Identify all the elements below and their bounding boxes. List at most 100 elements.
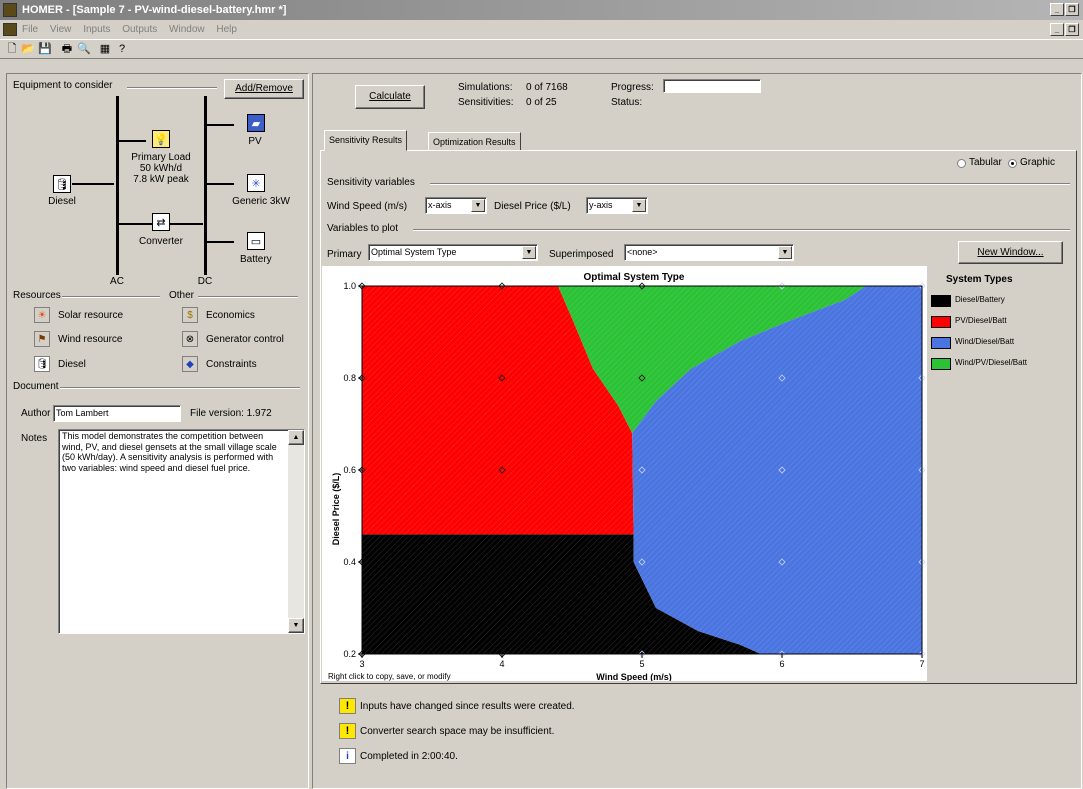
graphic-radio[interactable] [1008, 159, 1017, 168]
chevron-down-icon[interactable]: ▼ [522, 246, 536, 259]
window-controls: _ ❐ [1050, 3, 1079, 16]
legend-label-diesel-battery: Diesel/Battery [955, 295, 1005, 304]
y-tick-label: 0.4 [343, 557, 356, 567]
message-completed: Completed in 2:00:40. [360, 751, 458, 762]
wind-resource-icon[interactable]: ⚑ [34, 331, 50, 347]
wind-resource-link[interactable]: Wind resource [58, 334, 122, 345]
diesel-resource-link[interactable]: Diesel [58, 359, 86, 370]
menu-window[interactable]: Window [169, 24, 205, 35]
restore-icon[interactable]: ❐ [1065, 3, 1079, 16]
legend-label-wind-pv-diesel-batt: Wind/PV/Diesel/Batt [955, 358, 1028, 367]
diesel-resource-icon[interactable]: 🛢 [34, 356, 50, 372]
pv-panel-icon[interactable]: ▰ [247, 114, 265, 132]
tabular-label: Tabular [969, 157, 1002, 168]
legend-swatch-wind-pv-diesel-batt [931, 358, 951, 370]
menu-inputs[interactable]: Inputs [83, 24, 110, 35]
generator-control-icon[interactable]: ⊗ [182, 331, 198, 347]
divider [127, 87, 217, 89]
y-tick-label: 0.6 [343, 465, 356, 475]
tabular-radio[interactable] [957, 159, 966, 168]
homer-app-icon [3, 3, 17, 17]
dc-bus [204, 96, 207, 275]
y-tick-label: 1.0 [343, 281, 356, 291]
new-window-button[interactable]: New Window... [958, 241, 1063, 264]
constraints-link[interactable]: Constraints [206, 359, 257, 370]
notes-field[interactable]: This model demonstrates the competition … [58, 429, 305, 634]
generator-control-link[interactable]: Generator control [206, 334, 284, 345]
print-icon[interactable]: 🖶 [59, 42, 75, 57]
superimposed-select-value: <none> [627, 247, 658, 257]
notes-label: Notes [21, 433, 48, 444]
tab-optimization-results[interactable]: Optimization Results [428, 132, 521, 151]
chevron-down-icon[interactable]: ▼ [778, 246, 792, 259]
economics-icon[interactable]: $ [182, 307, 198, 323]
sensitivities-label: Sensitivities: [458, 97, 514, 108]
add-remove-button[interactable]: Add/Remove [224, 79, 304, 99]
file-version: File version: 1.972 [190, 408, 272, 419]
battery-connector [206, 241, 234, 243]
diesel-price-select[interactable]: y-axis ▼ [586, 197, 648, 214]
primary-load-icon[interactable]: 💡 [152, 130, 170, 148]
converter-icon[interactable]: ⇄ [152, 213, 170, 231]
status-label: Status: [611, 97, 643, 108]
legend-swatch-diesel-battery [931, 295, 951, 307]
author-field[interactable]: Tom Lambert [53, 405, 181, 422]
table-icon[interactable]: ▦ [97, 42, 113, 57]
wind-speed-label: Wind Speed (m/s) [327, 201, 408, 212]
divider [60, 387, 300, 389]
chevron-down-icon[interactable]: ▼ [471, 199, 485, 212]
diesel-generator-icon[interactable]: 🛢 [53, 175, 71, 193]
diesel-price-select-value: y-axis [589, 200, 613, 210]
economics-link[interactable]: Economics [206, 310, 255, 321]
constraints-icon[interactable]: ◆ [182, 356, 198, 372]
primary-load-energy: 50 kWh/d [139, 163, 183, 174]
menu-file[interactable]: File [22, 24, 38, 35]
battery-icon[interactable]: ▭ [247, 232, 265, 250]
progress-label: Progress: [611, 82, 654, 93]
author-label: Author [21, 408, 51, 419]
divider [413, 229, 1070, 231]
wind-speed-select-value: x-axis [428, 200, 452, 210]
chevron-down-icon[interactable]: ▼ [632, 199, 646, 212]
ac-bus [116, 96, 119, 275]
new-icon[interactable]: 🗋 [4, 42, 20, 57]
scroll-down-icon[interactable]: ▼ [288, 618, 304, 633]
warning-icon: ! [339, 723, 356, 739]
generic-turbine-icon[interactable]: ✳ [247, 174, 265, 192]
print-preview-icon[interactable]: 🔍 [76, 42, 92, 57]
x-tick-label: 3 [359, 659, 364, 669]
divider [198, 296, 298, 298]
menu-view[interactable]: View [50, 24, 72, 35]
notes-scrollbar[interactable]: ▲ ▼ [288, 430, 304, 633]
calculate-button[interactable]: Calculate [355, 85, 425, 109]
document-icon [3, 23, 17, 36]
minimize-icon[interactable]: _ [1050, 3, 1064, 16]
message-converter-search: Converter search space may be insufficie… [360, 726, 555, 737]
primary-select[interactable]: Optimal System Type ▼ [368, 244, 538, 261]
help-icon[interactable]: ? [114, 42, 130, 57]
solar-resource-icon[interactable]: ☀ [34, 307, 50, 323]
superimposed-select[interactable]: <none> ▼ [624, 244, 794, 261]
x-tick-label: 5 [639, 659, 644, 669]
window-title: HOMER - [Sample 7 - PV-wind-diesel-batte… [22, 4, 287, 16]
wind-speed-select[interactable]: x-axis ▼ [425, 197, 487, 214]
save-icon[interactable]: 💾 [37, 42, 53, 57]
diesel-price-label: Diesel Price ($/L) [494, 201, 571, 212]
doc-window-controls: _ ❐ [1050, 23, 1079, 36]
window-title-bar: HOMER - [Sample 7 - PV-wind-diesel-batte… [0, 0, 1083, 20]
doc-restore-icon[interactable]: ❐ [1065, 23, 1079, 36]
chart-area[interactable]: 3 4 5 6 7 0.2 0.4 0.6 0.8 1.0 Optimal System Type… [322, 266, 927, 682]
optimal-system-type-chart[interactable]: 3 4 5 6 7 0.2 0.4 0.6 0.8 1.0 Optimal System Type… [322, 266, 927, 682]
primary-load-peak: 7.8 kW peak [133, 174, 189, 185]
sensitivity-title: Sensitivity variables [327, 177, 415, 188]
open-icon[interactable]: 📂 [20, 42, 36, 57]
menu-outputs[interactable]: Outputs [122, 24, 157, 35]
scroll-up-icon[interactable]: ▲ [288, 430, 304, 445]
menu-bar: File View Inputs Outputs Window Help [0, 20, 1083, 39]
chart-title: Optimal System Type [584, 272, 685, 283]
solar-resource-link[interactable]: Solar resource [58, 310, 123, 321]
toolbar: 🗋 📂 💾 🖶 🔍 ▦ ? [0, 39, 1083, 59]
menu-help[interactable]: Help [216, 24, 237, 35]
tab-sensitivity-results[interactable]: Sensitivity Results [324, 130, 408, 151]
doc-minimize-icon[interactable]: _ [1050, 23, 1064, 36]
